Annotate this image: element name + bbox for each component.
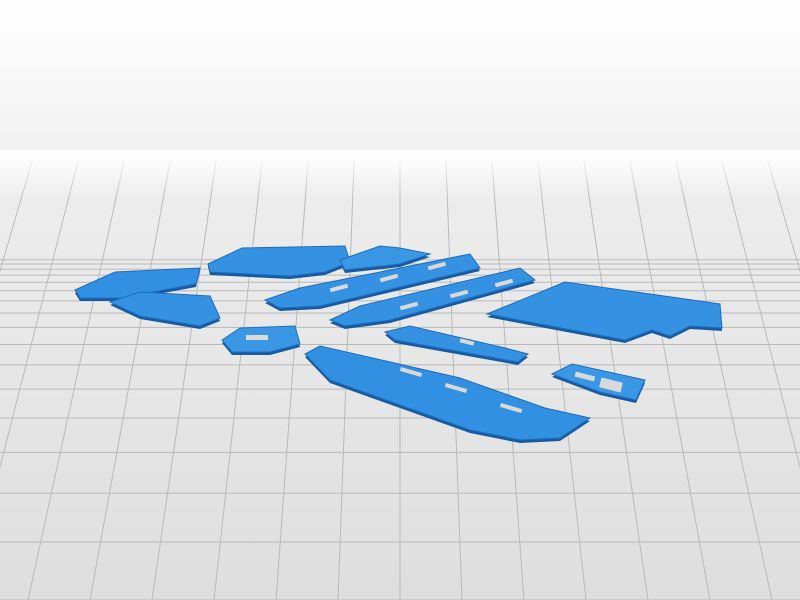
3d-print-bed-preview	[0, 0, 800, 600]
background-sky	[0, 0, 800, 170]
horizon-fade	[0, 150, 800, 240]
